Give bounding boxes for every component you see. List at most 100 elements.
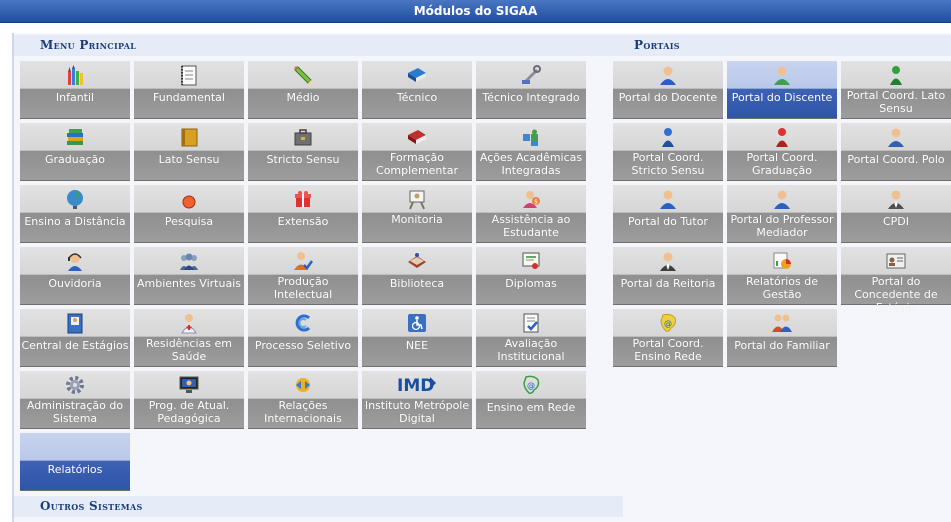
pencil-icon [294, 66, 313, 85]
module-ambientes-virtuais[interactable]: Ambientes Virtuais [134, 247, 244, 305]
student-icon [774, 66, 790, 85]
portal-coord-ensino-rede[interactable]: @ Portal Coord. Ensino Rede [613, 309, 723, 367]
module-avaliacao-institucional[interactable]: Avaliação Institucional [476, 309, 586, 367]
module-relatorios[interactable]: Relatórios [20, 433, 130, 491]
portal-coord-graduacao[interactable]: Portal Coord. Graduação [727, 123, 837, 181]
crayons-icon [68, 65, 83, 85]
module-fundamental[interactable]: Fundamental [134, 61, 244, 119]
mediator-icon [774, 190, 790, 209]
teacher-icon [660, 66, 676, 85]
portal-docente[interactable]: Portal do Docente [613, 61, 723, 119]
portal-discente[interactable]: Portal do Discente [727, 61, 837, 119]
tile-label: Ouvidoria [48, 277, 102, 290]
portal-professor-mediador[interactable]: Portal do Professor Mediador [727, 185, 837, 243]
module-processo-seletivo[interactable]: Processo Seletivo [248, 309, 358, 367]
group-icon [180, 253, 198, 270]
tile-label: Prog. de Atual. Pedagógica [148, 399, 230, 425]
tile-label: Portal do Docente [618, 91, 718, 104]
portal-reitoria[interactable]: Portal da Reitoria [613, 247, 723, 305]
tile-label: Assistência ao Estudante [491, 213, 571, 239]
tile-label: Técnico Integrado [482, 91, 580, 104]
portal-coord-lato-sensu[interactable]: Portal Coord. Lato Sensu [841, 61, 951, 119]
tile-label: Monitoria [391, 213, 443, 226]
id-card-icon [886, 253, 906, 269]
wheelchair-icon [408, 314, 426, 332]
module-ouvidoria[interactable]: Ouvidoria [20, 247, 130, 305]
module-nee[interactable]: NEE [362, 309, 472, 367]
portal-tutor[interactable]: Portal do Tutor [613, 185, 723, 243]
tile-label: Infantil [55, 91, 95, 104]
module-instituto-metropole-digital[interactable]: IMD Instituto Metrópole Digital [362, 371, 472, 429]
checklist-icon [523, 313, 539, 333]
brazil-map-icon: @ [660, 313, 676, 332]
module-central-estagios[interactable]: Central de Estágios [20, 309, 130, 367]
rector-icon [660, 252, 676, 271]
module-biblioteca[interactable]: Biblioteca [362, 247, 472, 305]
module-pesquisa[interactable]: Pesquisa [134, 185, 244, 243]
module-tecnico-integrado[interactable]: Técnico Integrado [476, 61, 586, 119]
family-icon [772, 314, 792, 332]
green-user-icon [890, 66, 902, 85]
support-person-icon: $ [523, 191, 540, 208]
red-user-icon [776, 128, 788, 147]
tile-label: Central de Estágios [21, 339, 129, 352]
tile-label: Ensino a Distância [24, 215, 126, 228]
portal-familiar[interactable]: Portal do Familiar [727, 309, 837, 367]
tile-label: Portal do Familiar [734, 339, 830, 352]
gift-icon [295, 191, 311, 207]
menu-principal-heading: Menu Principal [14, 35, 623, 56]
blue-user-icon [662, 128, 674, 147]
svg-text:@: @ [664, 319, 672, 328]
folder-icon [181, 128, 198, 147]
window-title: Módulos do SIGAA [0, 0, 951, 23]
tile-label: Processo Seletivo [254, 339, 352, 352]
portal-relatorios-gestao[interactable]: Relatórios de Gestão [727, 247, 837, 305]
tile-label: Instituto Metrópole Digital [364, 399, 470, 425]
portal-cpdi[interactable]: CPDI [841, 185, 951, 243]
doctor-icon [181, 314, 197, 334]
tile-label: Administração do Sistema [26, 399, 124, 425]
module-infantil[interactable]: Infantil [20, 61, 130, 119]
portal-coord-stricto-sensu[interactable]: Portal Coord. Stricto Sensu [613, 123, 723, 181]
module-graduacao[interactable]: Graduação [20, 123, 130, 181]
books-stack-icon [67, 129, 83, 145]
tile-label: Portal Coord. Ensino Rede [632, 337, 704, 363]
tile-label: Ensino em Rede [486, 401, 576, 414]
module-formacao-complementar[interactable]: Formação Complementar [362, 123, 472, 181]
tile-label: Graduação [44, 153, 105, 166]
tile-label: Técnico [396, 91, 438, 104]
tile-label: Relatórios [47, 463, 103, 476]
tile-label: Avaliação Institucional [497, 337, 565, 363]
svg-text:@: @ [527, 381, 535, 390]
module-tecnico[interactable]: Técnico [362, 61, 472, 119]
module-monitoria[interactable]: Monitoria [362, 185, 472, 243]
portal-concedente-estagio[interactable]: Portal do Concedente de Estágio [841, 247, 951, 314]
module-acoes-academicas[interactable]: Ações Acadêmicas Integradas [476, 123, 586, 181]
portal-coord-polo[interactable]: Portal Coord. Polo [841, 123, 951, 181]
module-extensao[interactable]: Extensão [248, 185, 358, 243]
tile-label: Biblioteca [389, 277, 445, 290]
module-diplomas[interactable]: Diplomas [476, 247, 586, 305]
tile-label: Médio [286, 91, 320, 104]
user-tie-icon [888, 190, 904, 209]
module-lato-sensu[interactable]: Lato Sensu [134, 123, 244, 181]
module-administracao-sistema[interactable]: Administração do Sistema [20, 371, 130, 429]
module-assistencia-estudante[interactable]: $ Assistência ao Estudante [476, 185, 586, 243]
module-prog-atual-pedagogica[interactable]: Prog. de Atual. Pedagógica [134, 371, 244, 429]
module-relacoes-internacionais[interactable]: Relações Internacionais [248, 371, 358, 429]
module-ensino-em-rede[interactable]: @ Ensino em Rede [476, 371, 586, 429]
tile-label: Produção Intelectual [273, 275, 333, 301]
module-residencias-saude[interactable]: Residências em Saúde [134, 309, 244, 367]
module-producao-intelectual[interactable]: Produção Intelectual [248, 247, 358, 305]
svg-text:$: $ [534, 199, 538, 206]
tile-label: Diplomas [505, 277, 557, 290]
tile-label: Ambientes Virtuais [136, 277, 241, 290]
tile-label: Ações Acadêmicas Integradas [479, 151, 583, 177]
module-medio[interactable]: Médio [248, 61, 358, 119]
brazil-map-icon: @ [523, 375, 540, 394]
outros-sistemas-heading: Outros Sistemas [14, 496, 623, 517]
briefcase-icon [294, 129, 312, 146]
module-stricto-sensu[interactable]: Stricto Sensu [248, 123, 358, 181]
module-ensino-distancia[interactable]: Ensino a Distância [20, 185, 130, 243]
tools-icon [522, 65, 541, 84]
